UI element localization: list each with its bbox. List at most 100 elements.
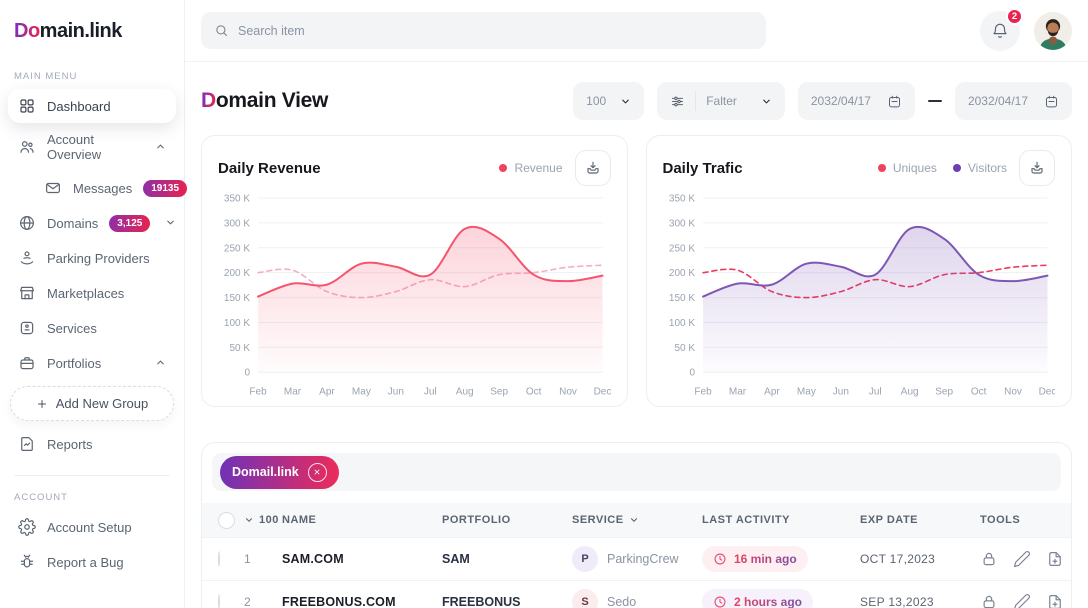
svg-text:Feb: Feb <box>249 386 267 397</box>
legend-item-uniques: Uniques <box>878 161 937 175</box>
control-divider <box>695 91 696 111</box>
chevron-up-icon[interactable] <box>155 356 166 371</box>
user-avatar[interactable] <box>1034 12 1072 50</box>
svg-text:350 K: 350 K <box>224 194 250 205</box>
legend-dot <box>878 164 886 172</box>
chart-title: Daily Revenue <box>218 160 321 177</box>
svg-text:350 K: 350 K <box>668 194 694 205</box>
page-size-select[interactable]: 100 <box>573 82 644 120</box>
sidebar-item-reports[interactable]: Reports <box>8 427 176 461</box>
file-add-icon[interactable] <box>1046 593 1064 608</box>
sidebar-item-label: Dashboard <box>47 99 111 114</box>
sidebar-item-account-setup[interactable]: Account Setup <box>8 510 176 544</box>
portfolio-cell: SAM <box>442 552 572 566</box>
svg-text:Oct: Oct <box>970 386 986 397</box>
chart-legend: Uniques Visitors <box>878 161 1007 175</box>
sidebar-item-messages[interactable]: Messages 19135 <box>34 171 176 205</box>
legend-label: Visitors <box>968 161 1007 175</box>
date-to-picker[interactable]: 2032/04/17 <box>955 82 1072 120</box>
page-controls: 100 Falter 2032/04/17 2032/04/17 <box>573 82 1072 120</box>
svg-text:100 K: 100 K <box>668 318 694 329</box>
portfolio-cell: FREEBONUS <box>442 595 572 608</box>
svg-text:Oct: Oct <box>526 386 542 397</box>
lock-icon[interactable] <box>980 593 998 608</box>
chevron-down-icon[interactable] <box>165 216 176 231</box>
svg-text:100 K: 100 K <box>224 318 250 329</box>
logo-rest: main.link <box>40 20 122 42</box>
sidebar-item-label: Parking Providers <box>47 251 150 266</box>
sidebar-item-label: Messages <box>73 181 132 196</box>
svg-text:200 K: 200 K <box>224 268 250 279</box>
messages-count-badge: 19135 <box>143 180 187 197</box>
logo-accent: Do <box>14 20 40 42</box>
sidebar-item-report-a-bug[interactable]: Report a Bug <box>8 545 176 579</box>
sidebar-item-label: Report a Bug <box>47 555 124 570</box>
sidebar-item-marketplaces[interactable]: Marketplaces <box>8 276 176 310</box>
bug-icon <box>18 553 36 571</box>
svg-text:150 K: 150 K <box>224 293 250 304</box>
filter-select[interactable]: Falter <box>657 82 785 120</box>
filter-chip-domail-link[interactable]: Domail.link <box>220 456 339 489</box>
svg-text:Mar: Mar <box>284 386 302 397</box>
row-checkbox[interactable] <box>218 551 220 567</box>
domains-table-card: Domail.link 100 NAME PORTFOLIO SERVICE L… <box>201 442 1072 608</box>
row-checkbox[interactable] <box>218 594 220 608</box>
chart-title: Daily Trafic <box>663 160 743 177</box>
sidebar-item-domains[interactable]: Domains 3,125 <box>8 206 176 240</box>
storefront-icon <box>18 284 36 302</box>
file-add-icon[interactable] <box>1046 550 1064 568</box>
row-number: 2 <box>244 595 282 608</box>
svg-text:May: May <box>796 386 815 397</box>
sidebar-divider <box>14 475 170 476</box>
legend-item-revenue: Revenue <box>499 161 562 175</box>
select-all-checkbox[interactable] <box>218 512 235 529</box>
exp-date-cell: OCT 17,2023 <box>860 552 980 566</box>
sidebar-item-account-overview[interactable]: Account Overview <box>8 124 176 170</box>
svg-text:Mar: Mar <box>728 386 746 397</box>
column-label: SERVICE <box>572 514 624 526</box>
row-number: 1 <box>244 552 282 566</box>
edit-icon[interactable] <box>1013 593 1031 608</box>
table-row[interactable]: 1 SAM.COM SAM P ParkingCrew 16 min ago O… <box>202 537 1071 580</box>
last-activity-cell: 2 hours ago <box>702 589 860 608</box>
download-chart-button[interactable] <box>575 150 611 186</box>
svg-text:Sep: Sep <box>490 386 508 397</box>
briefcase-icon <box>18 354 36 372</box>
download-icon <box>1029 160 1045 176</box>
sliders-icon <box>670 94 685 109</box>
sidebar-item-portfolios[interactable]: Portfolios <box>8 346 176 380</box>
add-new-group-button[interactable]: Add New Group <box>10 386 174 421</box>
date-from-picker[interactable]: 2032/04/17 <box>798 82 915 120</box>
chevron-up-icon[interactable] <box>155 140 166 155</box>
column-header-service[interactable]: SERVICE <box>572 514 702 526</box>
svg-text:Apr: Apr <box>319 386 335 397</box>
chevron-down-icon <box>629 515 639 525</box>
chart-card-header: Daily Trafic Uniques Visitors <box>663 150 1056 186</box>
lock-icon[interactable] <box>980 550 998 568</box>
svg-text:Nov: Nov <box>559 386 577 397</box>
gear-icon <box>18 518 36 536</box>
search-input[interactable] <box>238 24 753 38</box>
column-header-count[interactable]: 100 <box>244 514 282 526</box>
search-bar[interactable] <box>201 12 766 49</box>
download-chart-button[interactable] <box>1019 150 1055 186</box>
sidebar-section-main-menu: MAIN MENU <box>0 61 184 88</box>
tools-cell <box>980 550 1072 568</box>
last-activity-pill: 16 min ago <box>702 546 808 572</box>
legend-item-visitors: Visitors <box>953 161 1007 175</box>
edit-icon[interactable] <box>1013 550 1031 568</box>
legend-label: Uniques <box>893 161 937 175</box>
close-icon[interactable] <box>308 463 327 482</box>
svg-text:May: May <box>352 386 371 397</box>
svg-text:0: 0 <box>689 368 695 379</box>
avatar-illustration <box>1034 12 1072 50</box>
notifications-button[interactable]: 2 <box>980 11 1020 51</box>
svg-text:Nov: Nov <box>1004 386 1022 397</box>
sidebar-item-services[interactable]: Services <box>8 311 176 345</box>
sidebar-item-dashboard[interactable]: Dashboard <box>8 89 176 123</box>
table-row[interactable]: 2 FREEBONUS.COM FREEBONUS S Sedo 2 hours… <box>202 580 1071 608</box>
sidebar-item-parking-providers[interactable]: Parking Providers <box>8 241 176 275</box>
service-name: Sedo <box>607 595 636 608</box>
legend-dot <box>953 164 961 172</box>
app-logo[interactable]: Domain.link <box>0 14 184 61</box>
